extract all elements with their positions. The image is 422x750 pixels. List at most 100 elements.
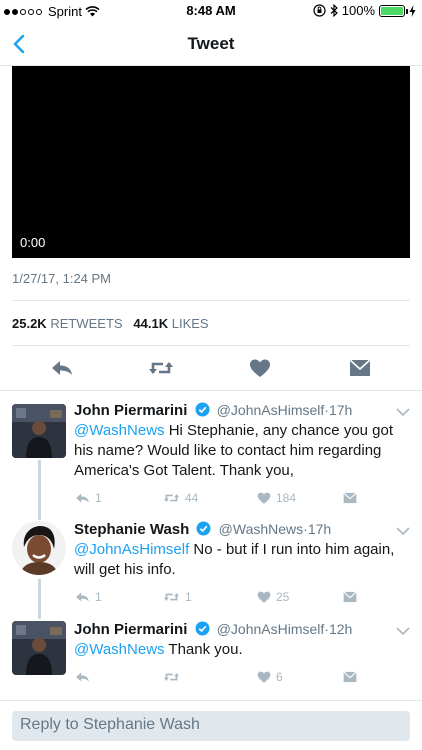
- chevron-down-icon[interactable]: [396, 627, 410, 636]
- reply-count: 1: [95, 491, 102, 505]
- tweet-actions: [0, 353, 422, 385]
- reply-tweet[interactable]: Stephanie Wash @WashNews·17h @JohnAsHims…: [0, 521, 422, 619]
- like-count: 6: [276, 670, 283, 684]
- tweet-header: John Piermarini @JohnAsHimself·12h: [74, 621, 352, 638]
- retweet-count: 1: [185, 590, 192, 604]
- heart-icon: [257, 492, 271, 504]
- reply-icon: [76, 493, 89, 503]
- retweet-button[interactable]: [148, 357, 174, 381]
- status-right: 100%: [313, 3, 416, 18]
- verified-badge-icon: [195, 621, 210, 636]
- battery-percent: 100%: [341, 3, 375, 18]
- retweets-label: RETWEETS: [50, 316, 123, 331]
- thread-connector: [38, 460, 41, 520]
- battery-icon: [379, 4, 408, 17]
- tweet-date: 1/27/17, 1:24 PM: [12, 271, 112, 286]
- retweet-icon: [163, 673, 180, 681]
- tweet-stats: 25.2K RETWEETS 44.1K LIKES: [12, 316, 209, 331]
- mention-link[interactable]: @JohnAsHimself: [74, 541, 189, 558]
- reply-button[interactable]: [50, 357, 76, 381]
- direct-message-button[interactable]: [342, 590, 358, 604]
- envelope-icon: [349, 359, 371, 376]
- reply-actions: 1 1 25: [74, 590, 374, 610]
- reply-icon: [76, 592, 89, 602]
- retweets-stat[interactable]: 25.2K RETWEETS: [12, 316, 123, 331]
- retweet-icon: [149, 362, 173, 374]
- reply-button[interactable]: 1: [74, 590, 102, 604]
- author-handle[interactable]: @WashNews: [219, 521, 304, 537]
- envelope-icon: [343, 492, 357, 504]
- envelope-icon: [343, 591, 357, 603]
- retweet-button[interactable]: 1: [162, 590, 192, 604]
- reply-tweet[interactable]: John Piermarini @JohnAsHimself·17h @Wash…: [0, 402, 422, 520]
- reply-composer-bar: Reply to Stephanie Wash: [0, 700, 422, 750]
- navigation-bar: Tweet: [0, 22, 422, 66]
- heart-icon: [250, 359, 270, 377]
- avatar[interactable]: [12, 521, 66, 575]
- bluetooth-icon: [330, 4, 338, 17]
- heart-icon: [257, 591, 271, 603]
- author-handle[interactable]: @JohnAsHimself: [217, 621, 325, 637]
- tweet-text: @JohnAsHimself No - but if I run into hi…: [74, 540, 404, 580]
- tweet-header: John Piermarini @JohnAsHimself·17h: [74, 402, 352, 419]
- tweet-text: @WashNews Hi Stephanie, any chance you g…: [74, 421, 404, 481]
- retweet-button[interactable]: [162, 670, 185, 684]
- likes-count: 44.1K: [133, 316, 169, 331]
- tweet-header: Stephanie Wash @WashNews·17h: [74, 521, 331, 538]
- tweet-time: 12h: [328, 621, 353, 637]
- verified-badge-icon: [196, 521, 211, 536]
- verified-badge-icon: [195, 402, 210, 417]
- author-name[interactable]: John Piermarini: [74, 402, 187, 419]
- envelope-icon: [343, 671, 357, 683]
- direct-message-button[interactable]: [342, 491, 358, 505]
- retweets-count: 25.2K: [12, 316, 47, 331]
- chevron-down-icon[interactable]: [396, 408, 410, 417]
- avatar[interactable]: [12, 404, 66, 458]
- video-player[interactable]: 0:00: [12, 66, 410, 258]
- likes-label: LIKES: [171, 316, 209, 331]
- like-count: 25: [276, 590, 290, 604]
- reply-count: 1: [95, 590, 102, 604]
- tweet-text: @WashNews Thank you.: [74, 640, 404, 660]
- reply-input[interactable]: Reply to Stephanie Wash: [12, 711, 410, 741]
- tweet-time: 17h: [328, 402, 353, 418]
- direct-message-button[interactable]: [348, 357, 374, 381]
- status-bar: Sprint 8:48 AM 100%: [0, 0, 422, 22]
- like-button[interactable]: 6: [256, 670, 283, 684]
- reply-button[interactable]: 1: [74, 491, 102, 505]
- reply-tweet[interactable]: John Piermarini @JohnAsHimself·12h @Wash…: [0, 621, 422, 699]
- chevron-down-icon[interactable]: [396, 527, 410, 536]
- retweet-count: 44: [185, 491, 199, 505]
- author-name[interactable]: John Piermarini: [74, 621, 187, 638]
- page-title: Tweet: [187, 34, 235, 53]
- like-button[interactable]: [248, 357, 274, 381]
- author-handle[interactable]: @JohnAsHimself: [217, 402, 325, 418]
- mention-link[interactable]: @WashNews: [74, 422, 165, 439]
- reply-icon: [52, 361, 72, 375]
- retweet-icon: [163, 494, 180, 502]
- direct-message-button[interactable]: [342, 670, 358, 684]
- charging-bolt-icon: [409, 4, 416, 17]
- like-button[interactable]: 25: [256, 590, 289, 604]
- heart-icon: [257, 671, 271, 683]
- thread-connector: [38, 579, 41, 619]
- mention-link[interactable]: @WashNews: [74, 641, 165, 658]
- divider: [0, 390, 422, 391]
- divider: [12, 300, 410, 301]
- tweet-time: 17h: [307, 521, 332, 537]
- reply-button[interactable]: [74, 670, 95, 684]
- avatar[interactable]: [12, 621, 66, 675]
- author-name[interactable]: Stephanie Wash: [74, 521, 189, 538]
- divider: [12, 345, 410, 346]
- retweet-icon: [163, 593, 180, 601]
- retweet-button[interactable]: 44: [162, 491, 198, 505]
- reply-icon: [76, 672, 89, 682]
- reply-actions: 1 44 184: [74, 491, 374, 511]
- reply-actions: 6: [74, 670, 374, 690]
- like-count: 184: [276, 491, 297, 505]
- orientation-lock-icon: [313, 4, 326, 17]
- video-timestamp: 0:00: [20, 235, 46, 250]
- likes-stat[interactable]: 44.1K LIKES: [133, 316, 208, 331]
- like-button[interactable]: 184: [256, 491, 296, 505]
- tweet-text-content: Thank you.: [164, 641, 243, 658]
